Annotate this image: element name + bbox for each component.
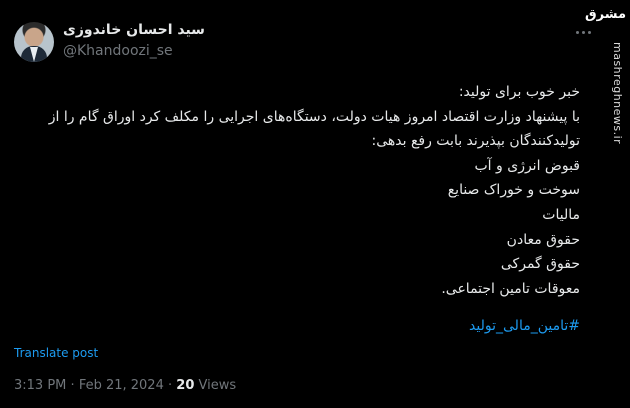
avatar[interactable]: [14, 22, 54, 62]
tweet-line: حقوق معادن: [506, 231, 580, 248]
hashtag-link[interactable]: #تامین_مالی_تولید: [10, 318, 580, 334]
translate-post-link[interactable]: Translate post: [14, 346, 98, 360]
tweet-line: سوخت و خوراک صنایع: [447, 182, 580, 199]
tweet-line: قبوض انرژی و آب: [474, 157, 581, 174]
watermark-logo: مشرق: [585, 7, 626, 22]
tweet-line: معوقات تامین اجتماعی.: [441, 280, 580, 297]
tweet-meta: 3:13 PM · Feb 21, 2024 · 20 Views: [14, 378, 236, 393]
tweet-text: خبر خوب برای تولید: با پیشنهاد وزارت اقت…: [10, 80, 580, 301]
tweet-line: مالیات: [542, 206, 580, 223]
tweet-line: حقوق گمرکی: [500, 256, 580, 273]
author-display-name[interactable]: سید احسان خاندوزی: [63, 22, 205, 38]
watermark-site: mashreghnews.ir: [611, 42, 624, 145]
tweet-line: با پیشنهاد وزارت اقتصاد امروز هیات دولت،…: [48, 108, 580, 125]
tweet-date[interactable]: Feb 21, 2024: [79, 378, 164, 393]
views-count: 20: [176, 378, 195, 393]
meta-separator: ·: [168, 378, 173, 393]
tweet-time[interactable]: 3:13 PM: [14, 378, 66, 393]
views-label: Views: [198, 378, 237, 393]
tweet-line: خبر خوب برای تولید:: [458, 84, 580, 100]
more-options-icon[interactable]: [571, 22, 595, 42]
watermark: مشرق mashreghnews.ir: [585, 0, 630, 408]
meta-separator: ·: [70, 378, 75, 393]
author-handle[interactable]: @Khandoozi_se: [63, 43, 173, 59]
tweet-line: تولیدکنندگان بپذیرند بابت رفع بدهی:: [371, 133, 580, 150]
